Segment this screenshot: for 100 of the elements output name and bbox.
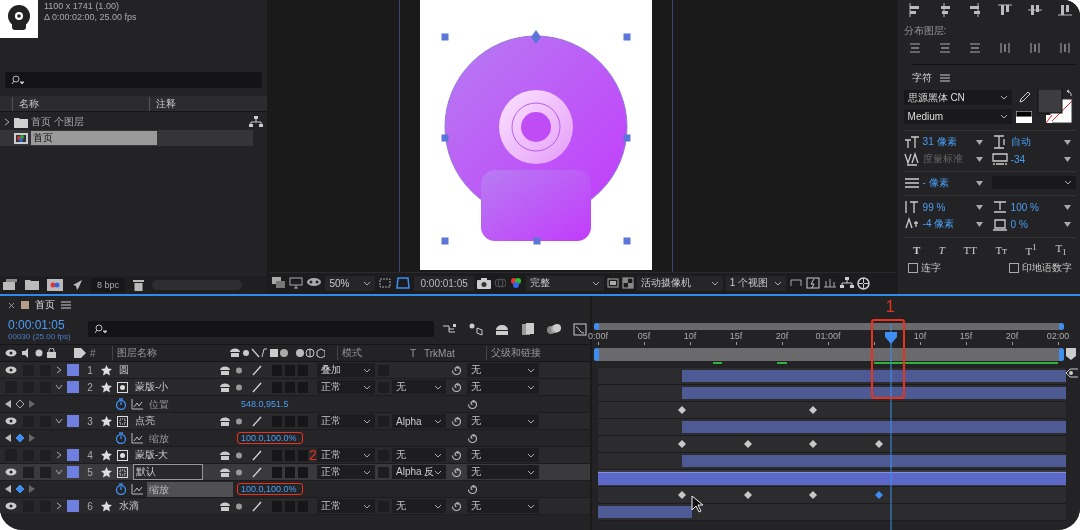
rocket-icon[interactable]: [71, 279, 83, 291]
keyframe[interactable]: [809, 491, 818, 499]
resolution-dropdown[interactable]: 完整: [525, 275, 604, 291]
frame-blending-icon[interactable]: [520, 322, 536, 336]
column-header[interactable]: #: [90, 347, 108, 359]
keyframe[interactable]: [678, 440, 687, 448]
distribute-icon[interactable]: [1027, 41, 1042, 55]
keyframe-toggle[interactable]: [15, 433, 25, 443]
aperture-icon[interactable]: [856, 276, 870, 290]
stopwatch-icon[interactable]: [115, 483, 127, 495]
graph-icon[interactable]: [131, 483, 143, 495]
metric-value[interactable]: - 像素: [922, 176, 973, 190]
project-item[interactable]: 首页: [0, 130, 253, 146]
layer-color-label[interactable]: [67, 449, 79, 461]
toggle-view-icon[interactable]: [788, 277, 803, 289]
spiral-icon[interactable]: [451, 364, 462, 376]
column-header[interactable]: T: [410, 347, 420, 359]
search-field[interactable]: [88, 321, 434, 337]
property-name[interactable]: 位置: [147, 396, 233, 412]
grid-icon[interactable]: [378, 277, 393, 289]
caret-icon[interactable]: [1063, 221, 1071, 227]
blend-mode-dropdown[interactable]: 正常: [317, 414, 375, 428]
timeline-icon[interactable]: [822, 277, 837, 289]
folder-icon[interactable]: [25, 279, 39, 291]
caret-icon[interactable]: [975, 180, 983, 186]
current-time[interactable]: 0:00:01:05: [8, 317, 80, 332]
parent-dropdown[interactable]: 无: [467, 448, 539, 462]
composition-tab[interactable]: 首页: [35, 298, 55, 312]
interpret-footage-icon[interactable]: [3, 279, 17, 291]
eye-icon[interactable]: [5, 502, 17, 510]
lock-toggle[interactable]: [40, 466, 51, 478]
track-matte-dropdown[interactable]: Alpha 反: [392, 465, 446, 479]
distribute-icon[interactable]: [997, 41, 1012, 55]
text-style-button[interactable]: TT: [961, 242, 979, 258]
eye-icon[interactable]: [5, 468, 17, 476]
spiral-icon[interactable]: [467, 432, 478, 444]
parent-dropdown[interactable]: 无: [467, 363, 539, 377]
metric-value[interactable]: 31 像素: [922, 135, 973, 149]
layer-color-label[interactable]: [67, 500, 79, 512]
metric-value[interactable]: 100 %: [1010, 201, 1061, 213]
layer-row[interactable]: 2 蒙版-小 正常 无 无: [0, 379, 590, 396]
text-style-button[interactable]: T: [936, 242, 947, 258]
caret-icon[interactable]: [54, 501, 64, 511]
blend-mode-dropdown[interactable]: 正常: [317, 448, 375, 462]
composition-flowchart-icon[interactable]: [442, 322, 458, 336]
bit-depth-button[interactable]: 8 bpc: [91, 278, 126, 292]
switch-toggle[interactable]: [285, 466, 295, 478]
spiral-icon[interactable]: [451, 381, 462, 393]
caret-icon[interactable]: [1063, 204, 1071, 210]
caret-icon[interactable]: [1063, 139, 1071, 145]
spiral-icon[interactable]: [451, 449, 462, 461]
align-icon[interactable]: [967, 3, 982, 17]
color-channels-icon[interactable]: [508, 276, 523, 290]
marker-icon[interactable]: [1065, 348, 1077, 360]
layer-name[interactable]: 水滴: [117, 499, 141, 513]
camera-icon[interactable]: [476, 277, 491, 289]
graph-icon[interactable]: [131, 398, 143, 410]
track-matte-dropdown[interactable]: Alpha: [392, 414, 446, 428]
metric-value[interactable]: -34: [1010, 153, 1061, 165]
color-swatch[interactable]: [1035, 89, 1074, 125]
align-icon[interactable]: [1058, 3, 1072, 17]
eye-icon[interactable]: [5, 366, 17, 374]
caret-icon[interactable]: [975, 221, 983, 227]
caret-icon[interactable]: [1063, 156, 1071, 162]
playhead[interactable]: [884, 324, 897, 530]
keyframe[interactable]: [874, 440, 883, 448]
layer-name[interactable]: 圆: [117, 363, 131, 377]
camera-dropdown[interactable]: 活动摄像机: [636, 275, 723, 291]
eye-icon[interactable]: [5, 417, 17, 425]
keyframe[interactable]: [678, 406, 687, 414]
keyframe[interactable]: [678, 491, 687, 499]
parent-dropdown[interactable]: 无: [467, 465, 539, 479]
blend-mode-dropdown[interactable]: 叠加: [317, 363, 375, 377]
search-field[interactable]: [5, 72, 263, 88]
region-of-interest-icon[interactable]: [606, 277, 619, 289]
column-header[interactable]: 模式: [337, 346, 406, 360]
timecode-field[interactable]: 0:00:01:05: [414, 275, 474, 291]
next-keyframe-icon[interactable]: [29, 400, 35, 408]
caret-icon[interactable]: [54, 450, 64, 460]
caret-icon[interactable]: [54, 467, 64, 477]
fill-stroke-swatch[interactable]: [1015, 111, 1032, 123]
text-style-button[interactable]: Tт: [993, 242, 1009, 258]
menu-icon[interactable]: [61, 301, 71, 309]
shy-icon[interactable]: [494, 322, 510, 336]
column-header[interactable]: TrkMat: [424, 347, 482, 359]
flowchart-icon[interactable]: [249, 116, 264, 128]
layer-name[interactable]: 蒙版-大: [133, 448, 171, 462]
spiral-icon[interactable]: [467, 483, 478, 495]
layer-name[interactable]: 点亮: [133, 414, 157, 428]
stopwatch-icon[interactable]: [115, 398, 127, 410]
keyframe-toggle[interactable]: [15, 484, 25, 494]
graph-editor-icon[interactable]: [572, 322, 588, 336]
project-item[interactable]: 首页 个图层: [0, 114, 253, 130]
column-header[interactable]: 名称: [12, 96, 149, 111]
layer-name[interactable]: 蒙版-小: [133, 380, 171, 394]
monitor-icon[interactable]: [289, 277, 304, 289]
keyframe[interactable]: [743, 491, 752, 499]
layer-color-label[interactable]: [67, 381, 79, 393]
property-value[interactable]: 548.0,951.5: [237, 398, 303, 410]
track-matte-dropdown[interactable]: 无: [392, 380, 446, 394]
